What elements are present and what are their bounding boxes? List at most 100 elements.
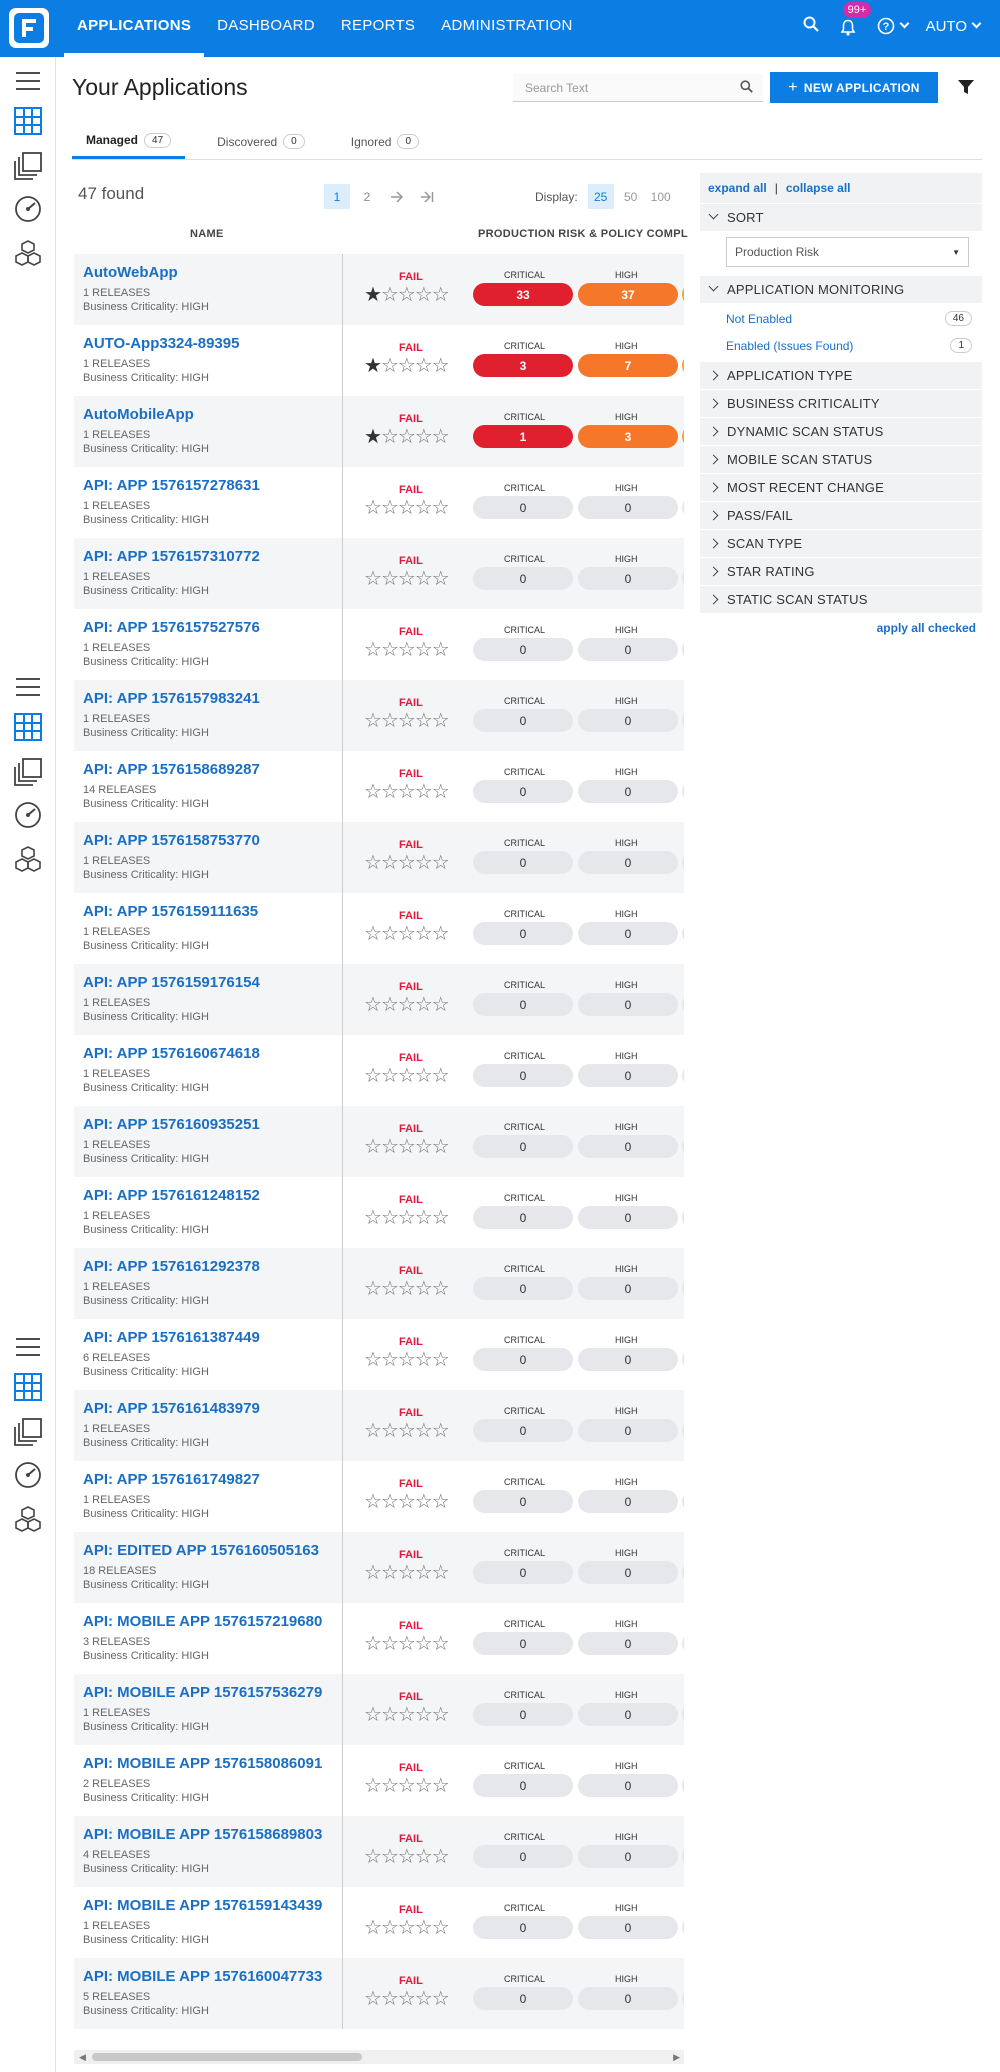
user-menu[interactable]: AUTO [926, 18, 982, 35]
nav-administration[interactable]: ADMINISTRATION [428, 0, 585, 57]
last-page-icon[interactable] [414, 184, 440, 209]
nav-dashboard[interactable]: DASHBOARD [204, 0, 328, 57]
high-count[interactable]: 0 [578, 1845, 678, 1868]
app-name-link[interactable]: API: MOBILE APP 1576158689803 [83, 1826, 322, 1843]
table-row[interactable]: AUTO-App3324-89395 1 RELEASES Business Cri… [74, 325, 684, 396]
search-input[interactable] [513, 74, 723, 102]
scroll-right-icon[interactable]: ▶ [673, 2052, 680, 2063]
app-name-link[interactable]: API: APP 1576157278631 [83, 477, 260, 494]
app-name-link[interactable]: API: APP 1576160935251 [83, 1116, 260, 1133]
table-row[interactable]: AutoMobileApp 1 RELEASES Business Critical… [74, 396, 684, 467]
high-count[interactable]: 0 [578, 567, 678, 590]
menu-icon[interactable] [13, 1332, 43, 1362]
search-icon[interactable] [740, 80, 753, 98]
menu-icon[interactable] [13, 672, 43, 702]
high-count[interactable]: 0 [578, 1987, 678, 2010]
filter-section-dynamic-scan-status[interactable]: DYNAMIC SCAN STATUS [700, 417, 982, 445]
app-name-link[interactable]: AUTO-App3324-89395 [83, 335, 239, 352]
app-name-link[interactable]: API: APP 1576157527576 [83, 619, 260, 636]
display-100-option[interactable]: 100 [648, 184, 674, 209]
critical-count[interactable]: 0 [473, 1348, 573, 1371]
app-name-link[interactable]: API: APP 1576158689287 [83, 761, 260, 778]
dashboard-gauge-icon[interactable] [13, 800, 43, 830]
high-count[interactable]: 0 [578, 851, 678, 874]
app-name-link[interactable]: API: APP 1576159111635 [83, 903, 258, 920]
app-name-link[interactable]: API: MOBILE APP 1576160047733 [83, 1968, 322, 1985]
monitoring-option-not-enabled[interactable]: Not Enabled 46 [726, 305, 974, 332]
app-name-link[interactable]: API: APP 1576161387449 [83, 1329, 260, 1346]
table-row[interactable]: API: EDITED APP 1576160505163 18 RELEASES… [74, 1532, 684, 1603]
high-count[interactable]: 3 [578, 425, 678, 448]
app-name-link[interactable]: API: APP 1576161292378 [83, 1258, 260, 1275]
components-cubes-icon[interactable] [13, 238, 43, 268]
app-name-link[interactable]: API: APP 1576159176154 [83, 974, 260, 991]
scrollbar-thumb[interactable] [92, 2053, 362, 2061]
critical-count[interactable]: 0 [473, 780, 573, 803]
critical-count[interactable]: 0 [473, 851, 573, 874]
table-row[interactable]: API: APP 1576161483979 1 RELEASES Business… [74, 1390, 684, 1461]
applications-grid-icon[interactable] [13, 712, 43, 742]
critical-count[interactable]: 3 [473, 354, 573, 377]
table-row[interactable]: API: APP 1576157983241 1 RELEASES Business… [74, 680, 684, 751]
critical-count[interactable]: 0 [473, 1987, 573, 2010]
table-row[interactable]: API: APP 1576161387449 6 RELEASES Business… [74, 1319, 684, 1390]
table-row[interactable]: API: APP 1576160935251 1 RELEASES Business… [74, 1106, 684, 1177]
high-count[interactable]: 0 [578, 1135, 678, 1158]
table-row[interactable]: API: MOBILE APP 1576159143439 1 RELEASES B… [74, 1887, 684, 1958]
high-count[interactable]: 0 [578, 780, 678, 803]
critical-count[interactable]: 0 [473, 638, 573, 661]
table-row[interactable]: API: MOBILE APP 1576158086091 2 RELEASES B… [74, 1745, 684, 1816]
tab-discovered[interactable]: Discovered 0 [203, 124, 319, 159]
high-count[interactable]: 0 [578, 993, 678, 1016]
notifications-bell-icon[interactable]: 99+ [837, 2, 872, 37]
table-row[interactable]: API: MOBILE APP 1576160047733 5 RELEASES B… [74, 1958, 684, 2029]
high-count[interactable]: 0 [578, 496, 678, 519]
filter-section-monitoring[interactable]: APPLICATION MONITORING [700, 275, 982, 303]
releases-stack-icon[interactable] [13, 151, 43, 181]
critical-count[interactable]: 0 [473, 1206, 573, 1229]
high-count[interactable]: 0 [578, 1774, 678, 1797]
table-row[interactable]: API: APP 1576158689287 14 RELEASES Busines… [74, 751, 684, 822]
collapse-all-link[interactable]: collapse all [786, 181, 851, 195]
critical-count[interactable]: 0 [473, 993, 573, 1016]
tab-ignored[interactable]: Ignored 0 [337, 124, 433, 159]
high-count[interactable]: 0 [578, 1348, 678, 1371]
components-cubes-icon[interactable] [13, 844, 43, 874]
high-count[interactable]: 0 [578, 1490, 678, 1513]
critical-count[interactable]: 0 [473, 1632, 573, 1655]
horizontal-scrollbar[interactable]: ◀ ▶ [74, 2050, 684, 2064]
high-count[interactable]: 0 [578, 1064, 678, 1087]
critical-count[interactable]: 0 [473, 1561, 573, 1584]
app-name-link[interactable]: API: APP 1576161483979 [83, 1400, 260, 1417]
monitoring-option-enabled-issues[interactable]: Enabled (Issues Found) 1 [726, 332, 974, 359]
applications-grid-icon[interactable] [13, 1372, 43, 1402]
help-menu[interactable]: ? [877, 17, 910, 35]
display-25-option[interactable]: 25 [587, 184, 614, 209]
components-cubes-icon[interactable] [13, 1504, 43, 1534]
dashboard-gauge-icon[interactable] [13, 1460, 43, 1490]
critical-count[interactable]: 0 [473, 1135, 573, 1158]
table-row[interactable]: API: MOBILE APP 1576157219680 3 RELEASES B… [74, 1603, 684, 1674]
app-name-link[interactable]: API: MOBILE APP 1576157219680 [83, 1613, 322, 1630]
page-1-button[interactable]: 1 [324, 184, 350, 209]
table-row[interactable]: API: APP 1576159176154 1 RELEASES Business… [74, 964, 684, 1035]
table-row[interactable]: API: MOBILE APP 1576157536279 1 RELEASES B… [74, 1674, 684, 1745]
column-header-name[interactable]: NAME [190, 228, 224, 240]
app-name-link[interactable]: API: MOBILE APP 1576159143439 [83, 1897, 322, 1914]
table-row[interactable]: API: APP 1576160674618 1 RELEASES Business… [74, 1035, 684, 1106]
critical-count[interactable]: 0 [473, 1845, 573, 1868]
sort-select[interactable]: Production Risk ▼ [726, 237, 969, 267]
filter-section-star-rating[interactable]: STAR RATING [700, 557, 982, 585]
table-row[interactable]: AutoWebApp 1 RELEASES Business Criticality… [74, 254, 684, 325]
filter-section-scan-type[interactable]: SCAN TYPE [700, 529, 982, 557]
search-icon[interactable] [803, 16, 819, 36]
display-50-option[interactable]: 50 [618, 184, 644, 209]
nav-reports[interactable]: REPORTS [328, 0, 428, 57]
nav-applications[interactable]: APPLICATIONS [64, 0, 205, 57]
filter-section-pass-fail[interactable]: PASS/FAIL [700, 501, 982, 529]
high-count[interactable]: 0 [578, 1632, 678, 1655]
app-name-link[interactable]: AutoMobileApp [83, 406, 194, 423]
apply-all-checked-link[interactable]: apply all checked [700, 621, 982, 635]
critical-count[interactable]: 0 [473, 1490, 573, 1513]
applications-grid-icon[interactable] [13, 106, 43, 136]
